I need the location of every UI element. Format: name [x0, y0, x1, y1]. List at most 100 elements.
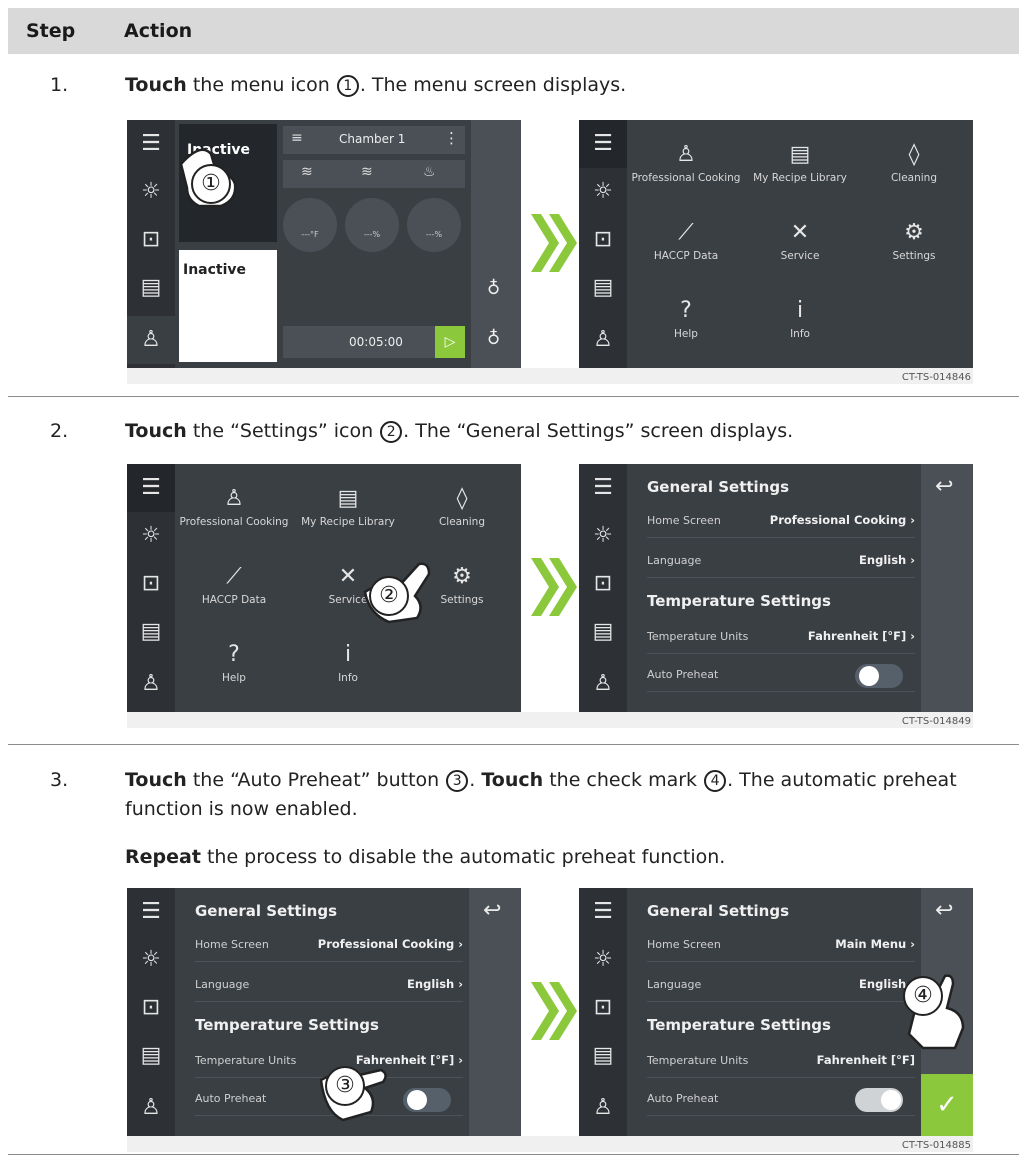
setting-label: Home Screen: [647, 938, 721, 951]
setting-row-language[interactable]: Language English ›: [195, 968, 463, 1002]
toggle-knob: [881, 1090, 901, 1110]
chef-icon[interactable]: ♙: [127, 1084, 175, 1132]
touch-hand-icon: ①: [171, 134, 249, 212]
lock-icon[interactable]: ⊡: [579, 984, 627, 1032]
recipe-book-icon[interactable]: ▤: [579, 608, 627, 656]
recipe-book-icon[interactable]: ▤: [579, 1032, 627, 1080]
auto-preheat-toggle[interactable]: [403, 1088, 451, 1112]
chef-icon[interactable]: ♙: [579, 316, 627, 364]
step-instruction: Touch the “Auto Preheat” button 3. Touch…: [125, 766, 1005, 824]
chef-icon[interactable]: ♙: [127, 316, 175, 364]
setting-row-language[interactable]: Language English ›: [647, 544, 915, 578]
menu-icon[interactable]: ☰: [579, 888, 627, 936]
recipe-book-icon[interactable]: ▤: [127, 264, 175, 312]
setting-label: Temperature Units: [195, 1054, 297, 1067]
setting-row-home-screen[interactable]: Home Screen Professional Cooking ›: [647, 504, 915, 538]
callout-number: 4: [704, 770, 727, 792]
menu-item-service[interactable]: ✕ Service: [745, 220, 855, 262]
setting-value: English ›: [407, 977, 463, 991]
setting-label: Auto Preheat: [195, 1092, 267, 1105]
menu-item-help[interactable]: ? Help: [179, 642, 289, 684]
value-text: Fahrenheit [°F]: [807, 629, 907, 643]
auto-preheat-toggle[interactable]: [855, 1088, 903, 1112]
menu-icon[interactable]: ☰: [127, 464, 175, 512]
instruction-text: the menu icon: [186, 74, 336, 96]
lock-icon[interactable]: ⊡: [127, 984, 175, 1032]
menu-item-professional-cooking[interactable]: ♙ Professional Cooking: [179, 486, 289, 528]
probe-icon[interactable]: ♁: [487, 278, 500, 299]
oven-menu-screen: ☰ ☼ ⊡ ▤ ♙ ♙ Professional Cooking ▤ My Re…: [579, 120, 973, 368]
lock-icon[interactable]: ⊡: [127, 216, 175, 264]
brightness-icon[interactable]: ☼: [579, 168, 627, 216]
setting-row-language[interactable]: Language English ›: [647, 968, 915, 1002]
setting-row-home-screen[interactable]: Home Screen Professional Cooking ›: [195, 928, 463, 962]
callout-number: 2: [380, 421, 403, 443]
check-mark-icon[interactable]: ✓: [921, 1074, 973, 1136]
sidebar: ☰ ☼ ⊡ ▤ ♙: [127, 120, 175, 368]
lock-icon[interactable]: ⊡: [127, 560, 175, 608]
chef-icon[interactable]: ♙: [127, 660, 175, 708]
menu-icon[interactable]: ☰: [579, 464, 627, 512]
brightness-icon[interactable]: ☼: [579, 512, 627, 560]
convection-icon[interactable]: ♨: [423, 164, 436, 180]
auto-preheat-toggle[interactable]: [855, 664, 903, 688]
menu-item-professional-cooking[interactable]: ♙ Professional Cooking: [631, 142, 741, 184]
menu-icon[interactable]: ☰: [127, 120, 175, 168]
menu-item-cleaning[interactable]: ◊ Cleaning: [859, 142, 969, 184]
oven-menu-screen: ☰ ☼ ⊡ ▤ ♙ ♙ Professional Cooking ▤ My Re…: [127, 464, 521, 712]
menu-item-help[interactable]: ? Help: [631, 298, 741, 340]
chamber-bar[interactable]: ≡ Chamber 1 ⋮: [283, 126, 465, 154]
probe-icon[interactable]: ♁: [487, 328, 500, 349]
setting-row-home-screen[interactable]: Home Screen Main Menu ›: [647, 928, 915, 962]
setting-row-auto-preheat[interactable]: Auto Preheat: [647, 658, 915, 692]
info-icon: i: [344, 642, 352, 667]
brightness-icon[interactable]: ☼: [579, 936, 627, 984]
sidebar: ☰ ☼ ⊡ ▤ ♙: [127, 464, 175, 712]
setting-row-temperature-units[interactable]: Temperature Units Fahrenheit [°F]: [647, 1044, 915, 1078]
lock-icon[interactable]: ⊡: [579, 560, 627, 608]
brightness-icon[interactable]: ☼: [127, 936, 175, 984]
menu-icon[interactable]: ☰: [127, 888, 175, 936]
setting-row-temperature-units[interactable]: Temperature Units Fahrenheit [°F] ›: [647, 620, 915, 654]
sidebar: ☰ ☼ ⊡ ▤ ♙: [127, 888, 175, 1136]
combi-icon[interactable]: ≋: [361, 164, 373, 180]
menu-item-label: Settings: [892, 250, 936, 262]
sidebar: ☰ ☼ ⊡ ▤ ♙: [579, 464, 627, 712]
menu-item-info[interactable]: i Info: [293, 642, 403, 684]
back-icon[interactable]: ↩: [935, 898, 953, 923]
inactive-panel-bottom[interactable]: Inactive: [179, 250, 277, 362]
menu-item-cleaning[interactable]: ◊ Cleaning: [407, 486, 517, 528]
menu-item-haccp-data[interactable]: ⟋ HACCP Data: [179, 564, 289, 606]
menu-item-recipe-library[interactable]: ▤ My Recipe Library: [745, 142, 855, 184]
chef-icon[interactable]: ♙: [579, 660, 627, 708]
recipe-book-icon[interactable]: ▤: [127, 1032, 175, 1080]
back-icon[interactable]: ↩: [935, 474, 953, 499]
steam-icon[interactable]: ≋: [301, 164, 313, 180]
menu-item-settings[interactable]: ⚙ Settings: [859, 220, 969, 262]
brightness-icon[interactable]: ☼: [127, 168, 175, 216]
toggle-knob: [859, 666, 879, 686]
temperature-dial[interactable]: ---°F: [283, 198, 337, 252]
fan-dial[interactable]: ---%: [345, 198, 399, 252]
start-icon[interactable]: ▷: [435, 326, 465, 358]
menu-item-haccp-data[interactable]: ⟋ HACCP Data: [631, 220, 741, 262]
lock-icon[interactable]: ⊡: [579, 216, 627, 264]
more-icon[interactable]: ⋮: [444, 129, 459, 147]
figure-footer: CT-TS-014849: [127, 712, 973, 728]
setting-label: Temperature Units: [647, 630, 749, 643]
menu-item-info[interactable]: i Info: [745, 298, 855, 340]
recipe-book-icon[interactable]: ▤: [579, 264, 627, 312]
menu-icon[interactable]: ☰: [579, 120, 627, 168]
back-icon[interactable]: ↩: [483, 898, 501, 923]
instruction-text: the process to disable the automatic pre…: [200, 846, 726, 868]
chef-icon[interactable]: ♙: [579, 1084, 627, 1132]
instruction-text: . The “General Settings” screen displays…: [403, 420, 794, 442]
section-title: General Settings: [647, 478, 790, 496]
menu-item-label: Info: [338, 672, 358, 684]
timer-bar[interactable]: 00:05:00 ▷: [283, 326, 465, 358]
setting-row-auto-preheat[interactable]: Auto Preheat: [647, 1082, 915, 1116]
menu-item-recipe-library[interactable]: ▤ My Recipe Library: [293, 486, 403, 528]
brightness-icon[interactable]: ☼: [127, 512, 175, 560]
recipe-book-icon[interactable]: ▤: [127, 608, 175, 656]
humidity-dial[interactable]: ---%: [407, 198, 461, 252]
